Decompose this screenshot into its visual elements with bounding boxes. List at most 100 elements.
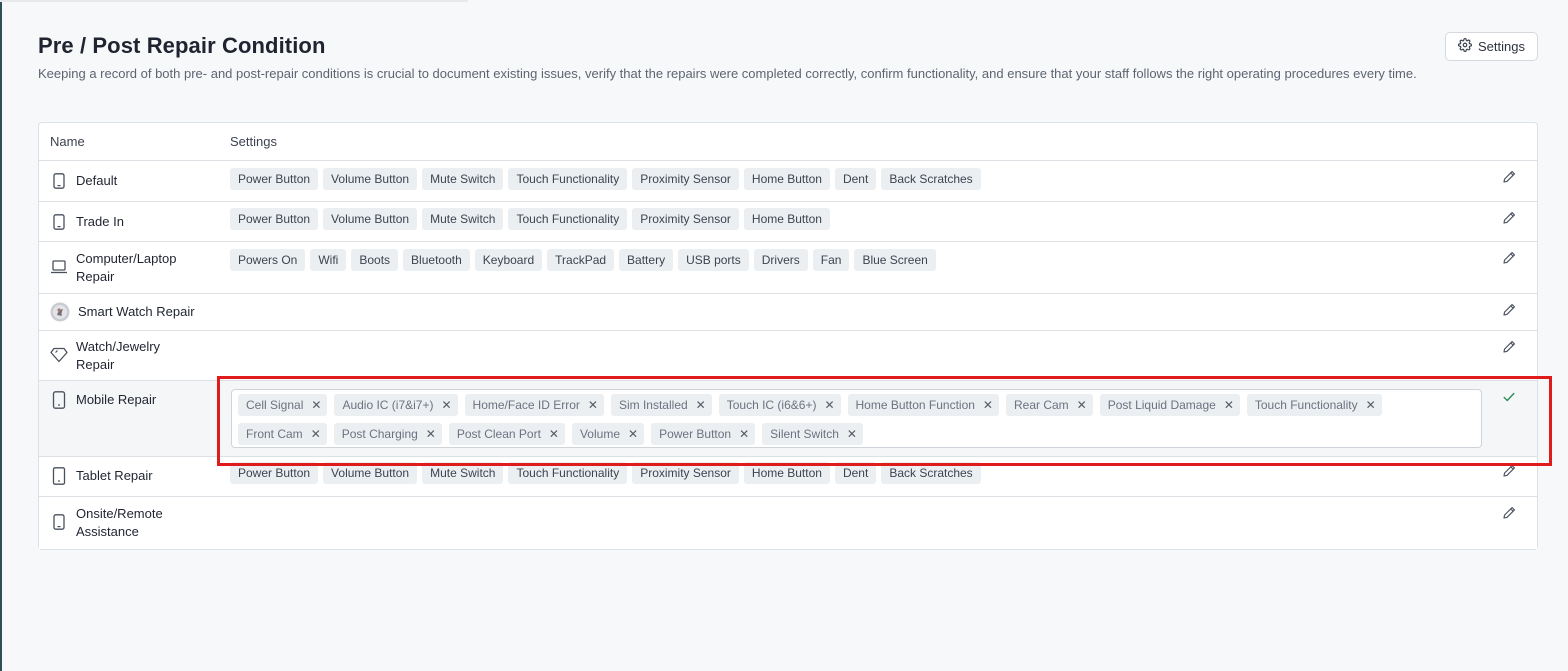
setting-chip: Mute Switch [422,168,504,190]
setting-chip: Proximity Sensor [632,208,739,230]
row-name: Default [50,172,196,190]
table-row: Watch/Jewelry Repair [39,331,1537,381]
avatar-image [50,302,70,322]
edit-pencil-icon[interactable] [1502,506,1516,520]
edit-pencil-icon[interactable] [1502,303,1516,317]
remove-tag-icon[interactable]: ✕ [441,399,451,411]
setting-chip: Back Scratches [881,462,981,484]
condition-tag: Rear Cam ✕ [1005,394,1093,416]
remove-tag-icon[interactable]: ✕ [1366,399,1376,411]
settings-button-label: Settings [1478,39,1525,54]
setting-chip: Touch Functionality [508,168,628,190]
column-header-name: Name [50,134,85,149]
remove-tag-icon[interactable]: ✕ [628,428,638,440]
setting-chip: Touch Functionality [508,462,628,484]
settings-chips: Power Button Volume Button Mute Switch T… [230,462,981,484]
edit-pencil-icon[interactable] [1502,251,1516,265]
edit-pencil-icon[interactable] [1502,170,1516,184]
setting-chip: USB ports [678,249,749,271]
table-row: Onsite/Remote Assistance [39,497,1537,549]
row-name: Onsite/Remote Assistance [50,505,196,541]
setting-chip: Home Button [743,208,830,230]
setting-chip: Back Scratches [881,168,981,190]
condition-tag: Front Cam ✕ [238,423,327,445]
setting-chip: Touch Functionality [508,208,628,230]
setting-chip: Blue Screen [854,249,936,271]
setting-chip: Volume Button [323,168,418,190]
table-row: Trade In Power Button Volume Button Mute… [39,202,1537,242]
column-header-settings: Settings [230,134,277,149]
setting-chip: Volume Button [323,208,418,230]
remove-tag-icon[interactable]: ✕ [311,428,321,440]
condition-tag: Post Liquid Damage ✕ [1099,394,1240,416]
remove-tag-icon[interactable]: ✕ [549,428,559,440]
row-name: Watch/Jewelry Repair [50,338,196,374]
setting-chip: Proximity Sensor [632,168,739,190]
setting-chip: Dent [834,168,877,190]
remove-tag-icon[interactable]: ✕ [1077,399,1087,411]
setting-chip: Drivers [753,249,808,271]
setting-chip: Dent [834,462,877,484]
settings-chips: Power Button Volume Button Mute Switch T… [230,168,981,190]
remove-tag-icon[interactable]: ✕ [696,399,706,411]
setting-chip: Mute Switch [422,208,504,230]
condition-tag: Sim Installed ✕ [610,394,712,416]
table-row: Default Power Button Volume Button Mute … [39,161,1537,202]
condition-tag: Audio IC (i7&i7+) ✕ [334,394,458,416]
tablet-icon [50,467,68,485]
edit-pencil-icon[interactable] [1502,211,1516,225]
top-strip [0,0,468,2]
row-name: Computer/Laptop Repair [50,250,196,286]
edit-pencil-icon[interactable] [1502,464,1516,478]
remove-tag-icon[interactable]: ✕ [426,428,436,440]
table-row: Computer/Laptop Repair Powers On Wifi Bo… [39,242,1537,294]
table-row: Tablet Repair Power Button Volume Button… [39,457,1537,497]
settings-chips: Powers On Wifi Boots Bluetooth Keyboard … [230,249,936,271]
condition-tag: Silent Switch ✕ [762,423,863,445]
settings-chips: Power Button Volume Button Mute Switch T… [230,208,830,230]
phone-icon [50,172,68,190]
condition-tag: Touch IC (i6&6+) ✕ [718,394,841,416]
remove-tag-icon[interactable]: ✕ [311,399,321,411]
remove-tag-icon[interactable]: ✕ [824,399,834,411]
remove-tag-icon[interactable]: ✕ [1224,399,1234,411]
condition-tags-input[interactable]: Cell Signal ✕ Audio IC (i7&i7+) ✕ Home/Fac… [231,389,1482,448]
setting-chip: Power Button [230,462,319,484]
row-name: Smart Watch Repair [50,302,208,322]
row-name: Trade In [50,213,196,231]
condition-tag: Home Button Function ✕ [847,394,999,416]
remove-tag-icon[interactable]: ✕ [588,399,598,411]
condition-tag: Volume ✕ [571,423,645,445]
setting-chip: Boots [351,249,399,271]
setting-chip: Volume Button [323,462,418,484]
setting-chip: Mute Switch [422,462,504,484]
setting-chip: Power Button [230,168,319,190]
condition-tag: Touch Functionality ✕ [1246,394,1382,416]
page-description: Keeping a record of both pre- and post-r… [38,66,1417,81]
remove-tag-icon[interactable]: ✕ [847,428,857,440]
mobile-icon [50,391,68,409]
save-check-icon[interactable] [1502,390,1516,404]
condition-tag: Cell Signal ✕ [238,394,328,416]
edit-pencil-icon[interactable] [1502,340,1516,354]
settings-button[interactable]: Settings [1445,32,1538,61]
table-row: Smart Watch Repair [39,294,1537,331]
setting-chip: Keyboard [474,249,543,271]
remove-tag-icon[interactable]: ✕ [739,428,749,440]
laptop-icon [50,258,68,276]
gear-icon [1458,38,1472,55]
setting-chip: Wifi [310,249,347,271]
remove-tag-icon[interactable]: ✕ [983,399,993,411]
diamond-icon [50,346,68,364]
condition-tag: Power Button ✕ [651,423,756,445]
condition-tag: Home/Face ID Error ✕ [464,394,604,416]
table-row-editing: Mobile Repair Cell Signal ✕ Audio IC (i7&… [39,381,1537,457]
page-title: Pre / Post Repair Condition [38,33,326,58]
phone-icon [50,213,68,231]
setting-chip: Fan [812,249,850,271]
condition-tag: Post Charging ✕ [333,423,442,445]
setting-chip: Home Button [743,462,830,484]
phone-icon [50,513,68,531]
setting-chip: Powers On [230,249,306,271]
row-name: Tablet Repair [50,467,196,485]
